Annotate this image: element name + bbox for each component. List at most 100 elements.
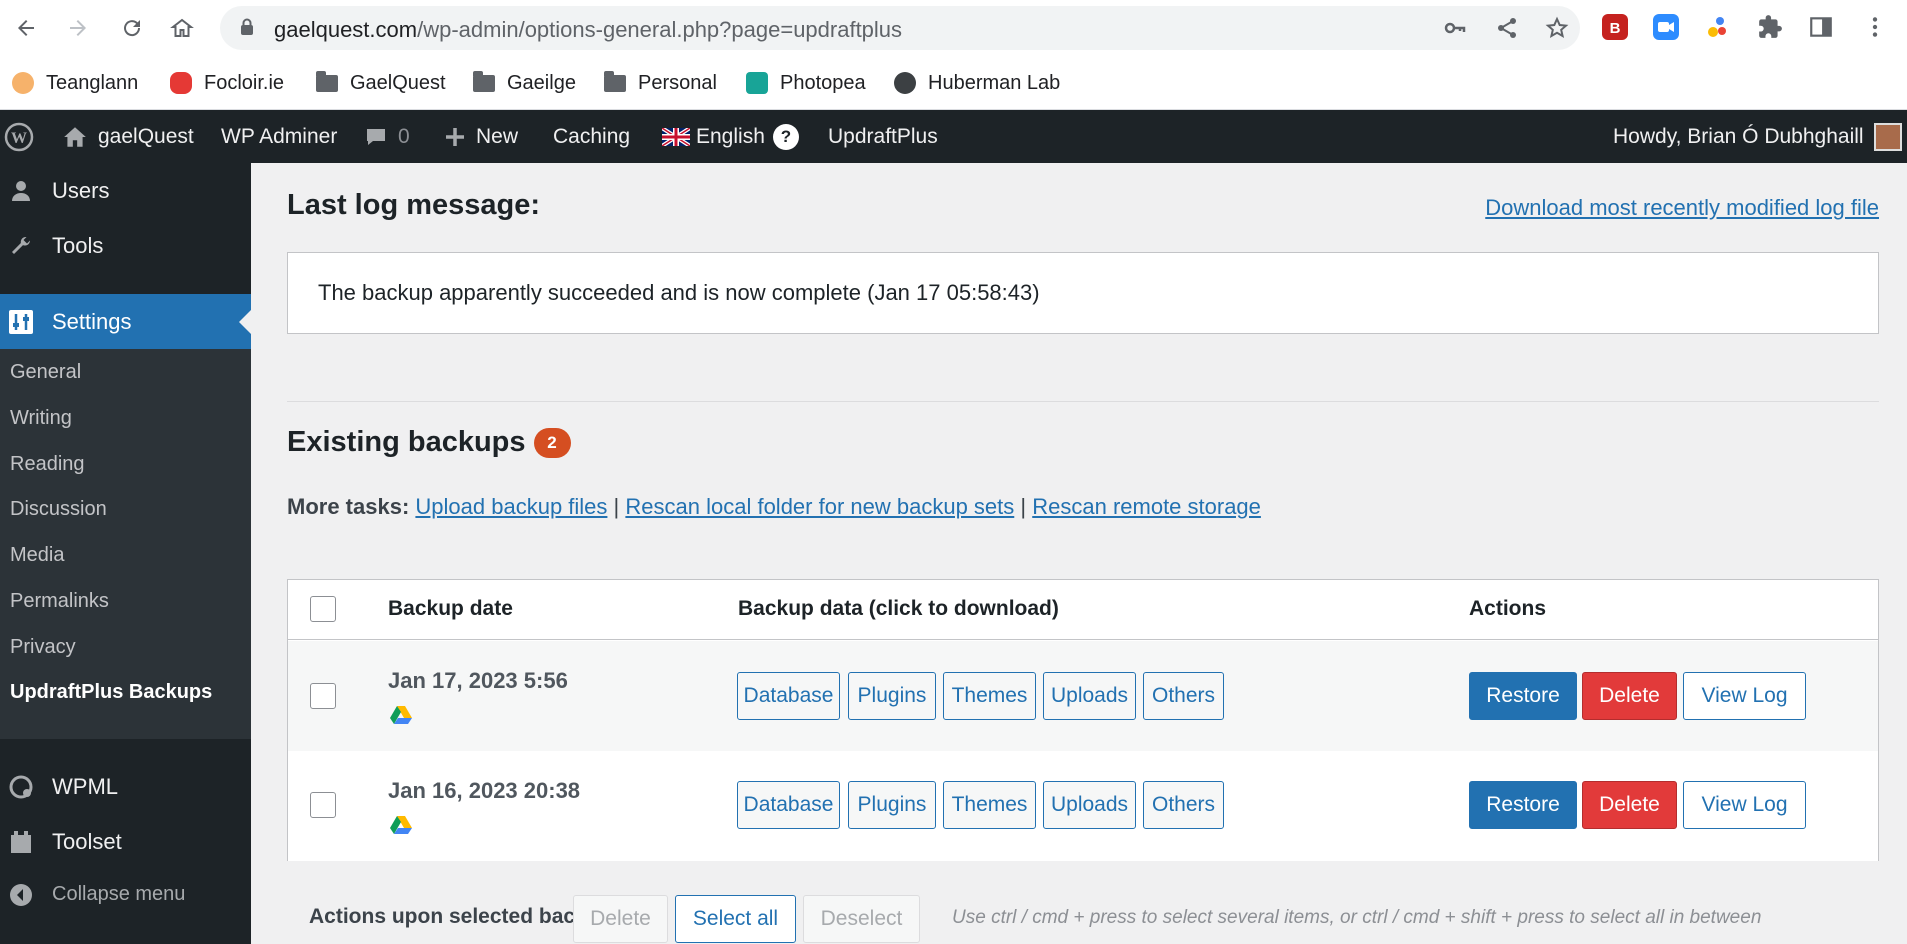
- share-icon[interactable]: [1494, 16, 1520, 42]
- download-plugins-button[interactable]: Plugins: [848, 672, 936, 720]
- svg-text:B: B: [1610, 20, 1621, 37]
- selected-backups-actions: Actions upon selected backups Delete Sel…: [287, 861, 1879, 944]
- submenu-permalinks[interactable]: Permalinks: [10, 590, 109, 613]
- download-others-button[interactable]: Others: [1143, 672, 1224, 720]
- menu-item-users[interactable]: Users: [0, 163, 251, 218]
- focloir-icon: [170, 72, 192, 94]
- help-icon[interactable]: ?: [772, 123, 799, 150]
- address-bar[interactable]: gaelquest.com/wp-admin/options-general.p…: [220, 6, 1580, 50]
- menu-item-wpml[interactable]: WPML: [0, 759, 251, 814]
- bookmark-gaeilge[interactable]: Gaeilge: [473, 69, 576, 97]
- more-vert-icon[interactable]: [1862, 14, 1888, 40]
- download-database-button[interactable]: Database: [737, 672, 840, 720]
- toolset-icon: [8, 829, 34, 855]
- row-checkbox[interactable]: [310, 792, 336, 818]
- rescan-remote-storage-link[interactable]: Rescan remote storage: [1032, 494, 1261, 519]
- google-drive-icon: [390, 706, 412, 724]
- view-log-button[interactable]: View Log: [1683, 672, 1806, 720]
- menu-item-toolset[interactable]: Toolset: [0, 814, 251, 869]
- submenu-writing[interactable]: Writing: [10, 407, 72, 430]
- user-icon: [8, 178, 34, 204]
- menu-item-tools[interactable]: Tools: [0, 218, 251, 273]
- existing-backups-heading: Existing backups: [287, 426, 526, 458]
- side-panel-icon[interactable]: [1808, 14, 1834, 40]
- bookmark-photopea[interactable]: Photopea: [746, 69, 866, 97]
- submenu-updraftplus-backups[interactable]: UpdraftPlus Backups: [10, 681, 212, 704]
- row-checkbox[interactable]: [310, 683, 336, 709]
- caching-link[interactable]: Caching: [553, 110, 630, 163]
- bulk-delete-button[interactable]: Delete: [573, 895, 668, 943]
- collapse-arrow-icon: [8, 882, 34, 908]
- rescan-local-folder-link[interactable]: Rescan local folder for new backup sets: [625, 494, 1014, 519]
- view-log-button[interactable]: View Log: [1683, 781, 1806, 829]
- delete-button[interactable]: Delete: [1582, 672, 1677, 720]
- browser-toolbar: gaelquest.com/wp-admin/options-general.p…: [0, 0, 1907, 56]
- svg-text:W: W: [11, 130, 27, 147]
- bookmark-teanglann[interactable]: Teanglann: [12, 69, 138, 97]
- star-icon[interactable]: [1544, 16, 1570, 42]
- bookmark-gaelquest[interactable]: GaelQuest: [316, 69, 446, 97]
- settings-sliders-icon: [8, 309, 34, 335]
- new-content-link[interactable]: New: [444, 110, 518, 163]
- reload-icon[interactable]: [116, 12, 148, 44]
- home-icon[interactable]: [166, 12, 198, 44]
- backups-count-badge: 2: [533, 427, 571, 458]
- main-content: Last log message: Download most recently…: [251, 163, 1907, 944]
- download-others-button[interactable]: Others: [1143, 781, 1224, 829]
- comments-link[interactable]: 0: [364, 110, 410, 163]
- submenu-discussion[interactable]: Discussion: [10, 498, 107, 521]
- wp-admin-bar: W gaelQuest WP Adminer 0 New Caching Eng…: [0, 110, 1907, 163]
- collapse-menu-button[interactable]: Collapse menu: [0, 867, 251, 922]
- globe-icon: [894, 72, 916, 94]
- restore-button[interactable]: Restore: [1469, 781, 1577, 829]
- download-uploads-button[interactable]: Uploads: [1043, 781, 1136, 829]
- download-database-button[interactable]: Database: [737, 781, 840, 829]
- download-uploads-button[interactable]: Uploads: [1043, 672, 1136, 720]
- submenu-reading[interactable]: Reading: [10, 453, 85, 476]
- download-themes-button[interactable]: Themes: [943, 672, 1036, 720]
- puzzle-extensions-icon[interactable]: [1757, 14, 1783, 40]
- log-message-box: The backup apparently succeeded and is n…: [287, 252, 1879, 334]
- lock-icon: [241, 18, 253, 35]
- bookmark-personal[interactable]: Personal: [604, 69, 717, 97]
- select-all-button[interactable]: Select all: [675, 895, 796, 943]
- key-icon[interactable]: [1442, 16, 1468, 42]
- bookmark-focloir[interactable]: Focloir.ie: [170, 69, 284, 97]
- wpml-icon: [8, 774, 34, 800]
- photopea-icon: [746, 72, 768, 94]
- language-switcher[interactable]: English ?: [662, 110, 799, 163]
- download-log-link[interactable]: Download most recently modified log file: [1485, 195, 1879, 221]
- updraftplus-link[interactable]: UpdraftPlus: [828, 110, 938, 163]
- folder-icon: [316, 70, 338, 92]
- section-divider: [287, 401, 1879, 402]
- colorful-extension-icon[interactable]: [1704, 14, 1730, 40]
- user-account-menu[interactable]: Howdy, Brian Ó Dubhghaill: [1613, 110, 1902, 163]
- bookmark-huberman-lab[interactable]: Huberman Lab: [894, 69, 1060, 97]
- backup-date: Jan 16, 2023 20:38: [388, 778, 581, 803]
- admin-sidebar: Users Tools Settings General Writing Rea…: [0, 163, 251, 944]
- existing-backups-header: Existing backups 2: [287, 426, 571, 459]
- deselect-button[interactable]: Deselect: [803, 895, 920, 943]
- upload-backup-files-link[interactable]: Upload backup files: [415, 494, 607, 519]
- log-message-text: The backup apparently succeeded and is n…: [318, 280, 1040, 305]
- submenu-general[interactable]: General: [10, 361, 81, 384]
- zoom-extension-icon[interactable]: [1653, 14, 1679, 40]
- download-themes-button[interactable]: Themes: [943, 781, 1036, 829]
- bitdefender-extension-icon[interactable]: B: [1602, 14, 1628, 40]
- back-arrow-icon[interactable]: [10, 12, 42, 44]
- col-backup-date: Backup date: [388, 597, 513, 620]
- restore-button[interactable]: Restore: [1469, 672, 1577, 720]
- menu-item-settings[interactable]: Settings: [0, 294, 251, 349]
- comment-bubble-icon: [367, 128, 385, 145]
- table-row: Jan 17, 2023 5:56 Database Plugins Theme…: [288, 641, 1878, 751]
- download-plugins-button[interactable]: Plugins: [848, 781, 936, 829]
- select-all-checkbox[interactable]: [310, 596, 336, 622]
- backups-table: Backup date Backup data (click to downlo…: [287, 579, 1879, 863]
- submenu-media[interactable]: Media: [10, 544, 64, 567]
- delete-button[interactable]: Delete: [1582, 781, 1677, 829]
- submenu-privacy[interactable]: Privacy: [10, 636, 76, 659]
- active-indicator-arrow: [239, 310, 251, 334]
- teanglann-icon: [12, 72, 34, 94]
- forward-arrow-icon[interactable]: [62, 12, 94, 44]
- plus-icon: [446, 127, 464, 146]
